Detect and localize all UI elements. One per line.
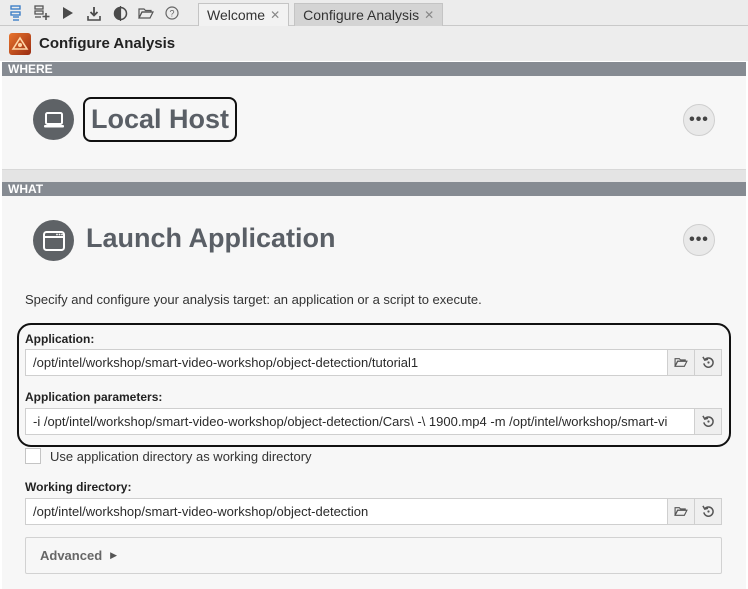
use-app-dir-checkbox[interactable]	[25, 448, 41, 464]
application-parameters-input[interactable]: -i /opt/intel/workshop/smart-video-works…	[26, 414, 694, 429]
where-section-bar: WHERE	[2, 62, 746, 76]
compare-icon[interactable]	[110, 3, 130, 23]
use-app-dir-row: Use application directory as working dir…	[25, 448, 312, 464]
working-directory-input[interactable]: /opt/intel/workshop/smart-video-workshop…	[26, 504, 667, 519]
reset-icon	[701, 505, 714, 517]
tab-welcome[interactable]: Welcome ✕	[198, 3, 290, 26]
page-header: Configure Analysis	[0, 26, 748, 61]
folder-icon	[674, 358, 688, 367]
advanced-expander[interactable]: Advanced ▶	[25, 537, 722, 574]
target-host-selector[interactable]: Local Host	[83, 97, 238, 142]
tab-configure-analysis[interactable]: Configure Analysis ✕	[294, 3, 444, 26]
new-project-icon[interactable]	[6, 3, 26, 23]
what-section-bar: WHAT	[2, 182, 746, 196]
reset-icon	[701, 415, 714, 427]
application-input[interactable]: /opt/intel/workshop/smart-video-workshop…	[26, 355, 667, 370]
where-more-button[interactable]: •••	[683, 104, 715, 136]
app-logo-icon	[9, 32, 31, 55]
section-divider	[2, 170, 746, 182]
download-icon[interactable]	[84, 3, 104, 23]
help-icon[interactable]: ?	[162, 3, 182, 23]
what-panel: Launch Application ••• Specify and confi…	[2, 196, 746, 589]
more-options-icon: •••	[689, 231, 709, 248]
application-label: Application:	[25, 332, 95, 346]
open-folder-icon[interactable]	[136, 3, 156, 23]
tab-bar: Welcome ✕ Configure Analysis ✕	[198, 3, 444, 26]
application-parameters-label: Application parameters:	[25, 390, 163, 404]
browse-working-directory-button[interactable]	[667, 499, 694, 524]
reset-parameters-button[interactable]	[694, 409, 721, 434]
working-directory-field: /opt/intel/workshop/smart-video-workshop…	[25, 498, 722, 525]
new-analysis-icon[interactable]	[32, 3, 52, 23]
application-window-icon	[33, 220, 74, 261]
use-app-dir-label: Use application directory as working dir…	[50, 448, 312, 464]
browse-application-button[interactable]	[667, 350, 694, 375]
reset-working-directory-button[interactable]	[694, 499, 721, 524]
caret-right-icon: ▶	[110, 550, 118, 560]
advanced-label: Advanced	[40, 548, 103, 563]
working-directory-label: Working directory:	[25, 480, 132, 494]
close-icon[interactable]: ✕	[270, 8, 280, 22]
analysis-target-title[interactable]: Launch Application	[86, 223, 336, 254]
folder-icon	[674, 507, 688, 516]
what-more-button[interactable]: •••	[683, 224, 715, 256]
target-description: Specify and configure your analysis targ…	[25, 292, 482, 307]
close-icon[interactable]: ✕	[424, 8, 434, 22]
application-field: /opt/intel/workshop/smart-video-workshop…	[25, 349, 722, 376]
tab-configure-analysis-label: Configure Analysis	[303, 7, 420, 23]
svg-text:?: ?	[169, 9, 174, 19]
top-toolbar: ? Welcome ✕ Configure Analysis ✕	[0, 0, 748, 26]
toolbar-icons: ?	[6, 3, 182, 23]
more-options-icon: •••	[689, 111, 709, 128]
reset-icon	[701, 356, 714, 368]
reset-application-button[interactable]	[694, 350, 721, 375]
page-title: Configure Analysis	[39, 35, 176, 52]
laptop-icon	[33, 99, 74, 140]
where-panel: Local Host •••	[2, 76, 746, 170]
run-icon[interactable]	[58, 3, 78, 23]
tab-welcome-label: Welcome	[207, 7, 266, 23]
application-parameters-field: -i /opt/intel/workshop/smart-video-works…	[25, 408, 722, 435]
